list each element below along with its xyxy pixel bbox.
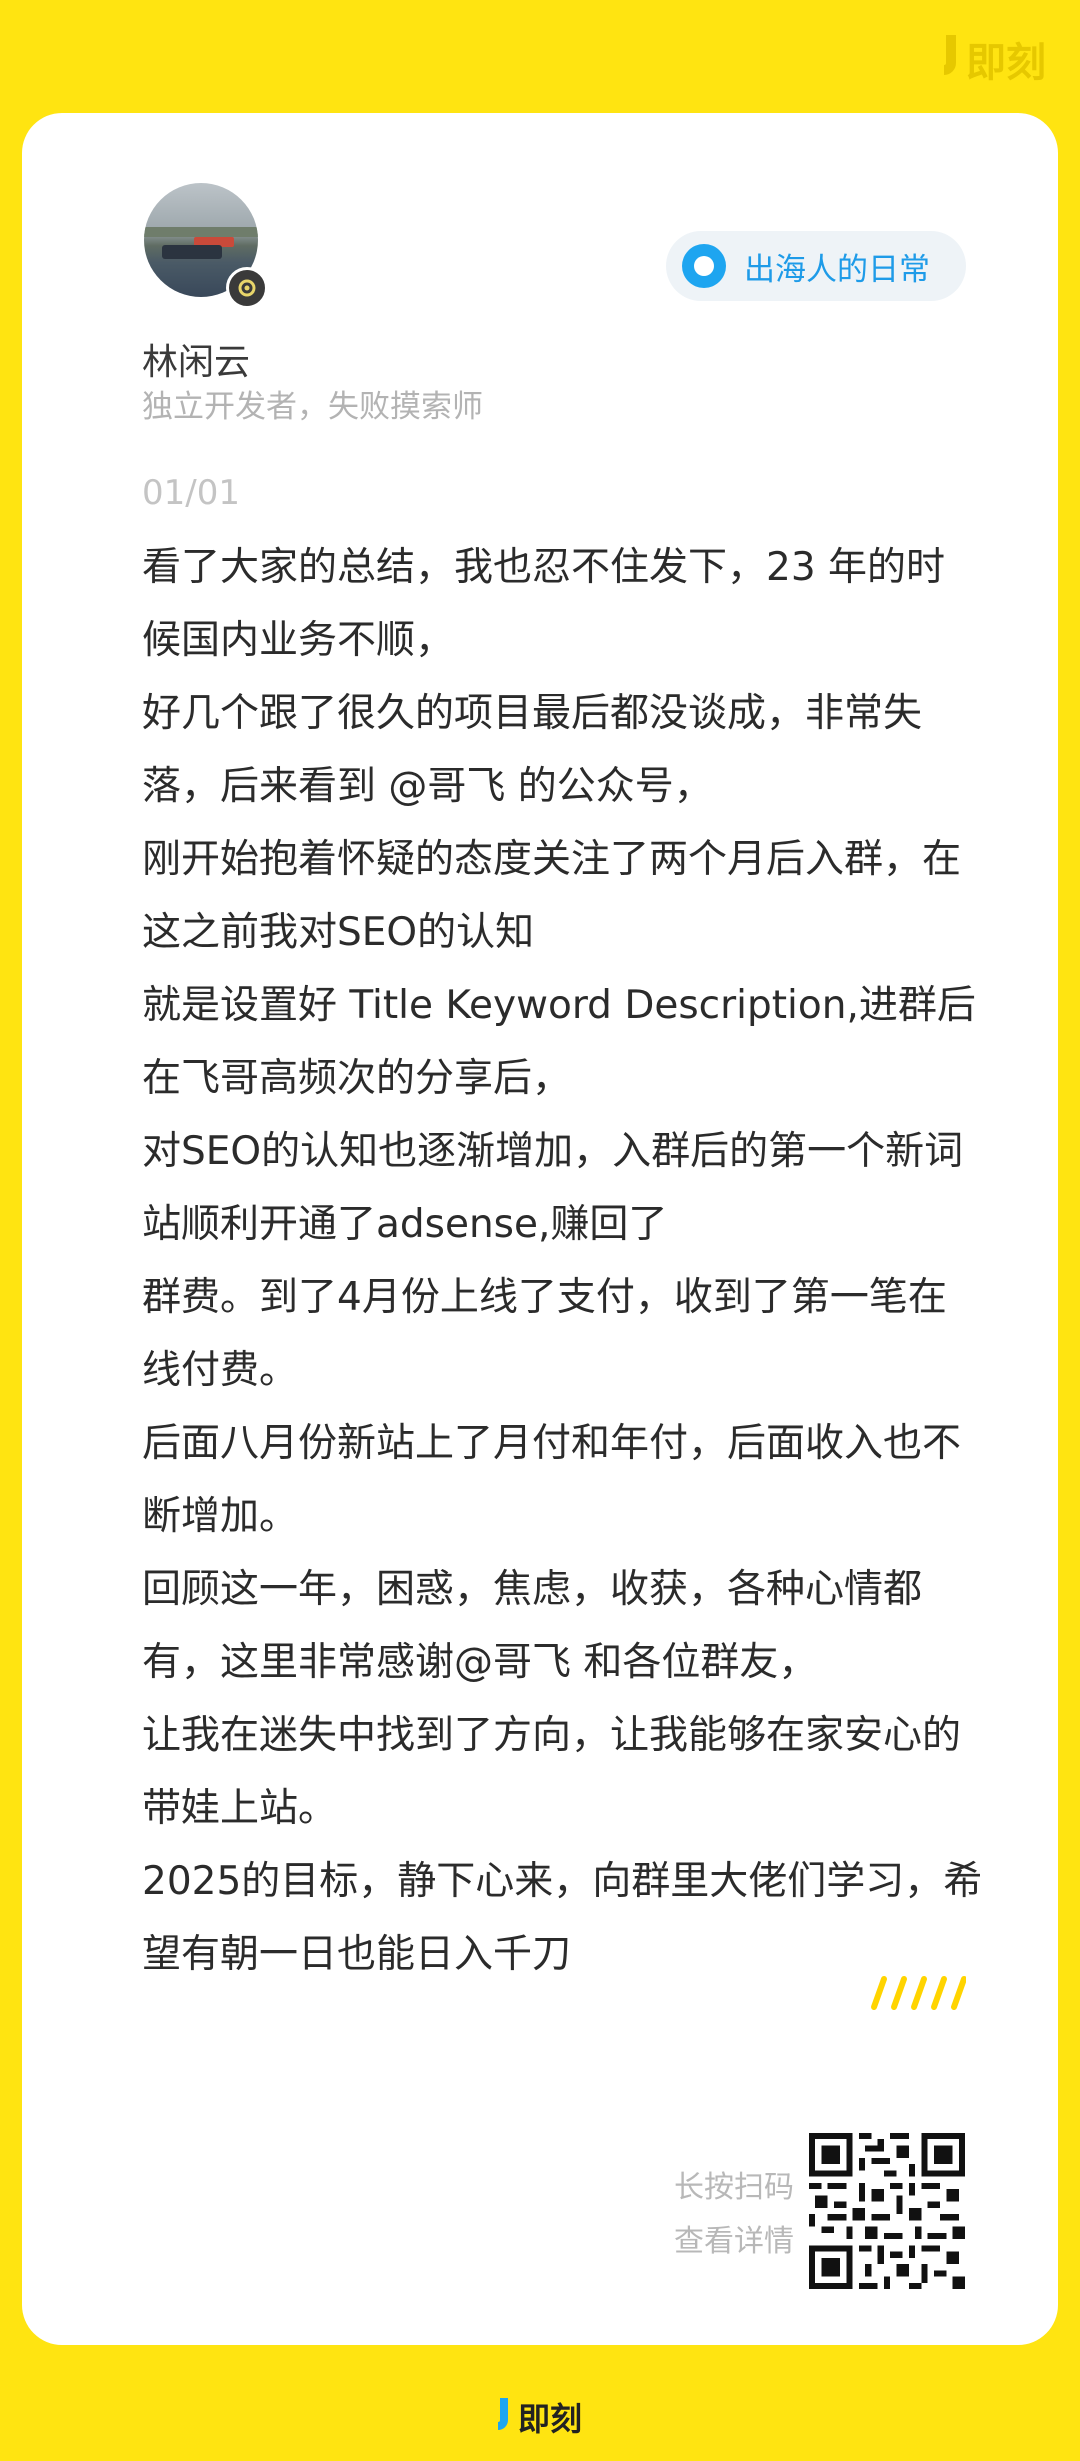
qr-hint-line2: 查看详情 (674, 2224, 794, 2259)
verified-badge-icon (226, 267, 268, 309)
post-paragraph: 让我在迷失中找到了方向，让我能够在家安心的带娃上站。 (142, 1713, 962, 1831)
jike-logo-bottom: 即刻 (496, 2394, 582, 2440)
post-paragraph: 后面八月份新站上了月付和年付，后面收入也不断增加。 (142, 1421, 962, 1539)
qr-hint: 长按扫码 查看详情 (634, 2161, 794, 2269)
author-name[interactable]: 林闲云 (142, 333, 250, 385)
post-paragraph: 对SEO的认知也逐渐增加，入群后的第一个新词站顺利开通了adsense,赚回了 (142, 1129, 964, 1247)
qr-code-icon[interactable] (809, 2133, 965, 2289)
decorative-stripes-icon (871, 1976, 966, 2010)
post-paragraph: 回顾这一年，困惑，焦虑，收获，各种心情都有，这里非常感谢@哥飞 和各位群友， (142, 1567, 923, 1685)
topic-label: 出海人的日常 (744, 251, 930, 288)
post-card: 林闲云 独立开发者，失败摸索师 出海人的日常 01/01 看了大家的总结，我也忍… (22, 113, 1058, 2345)
post-paragraph: 看了大家的总结，我也忍不住发下，23 年的时候国内业务不顺， (142, 545, 946, 663)
post-paragraph: 群费。到了4月份上线了支付，收到了第一笔在线付费。 (142, 1275, 947, 1393)
jike-j-icon (496, 2398, 514, 2436)
topic-dot-icon (682, 244, 726, 288)
jike-logo-text: 即刻 (966, 40, 1046, 86)
post-paragraph: 好几个跟了很久的项目最后都没谈成，非常失落，后来看到 @哥飞 的公众号， (142, 691, 923, 809)
topic-chip[interactable]: 出海人的日常 (666, 231, 966, 301)
post-paragraph: 2025的目标，静下心来，向群里大佬们学习，希望有朝一日也能日入千刀 (142, 1859, 983, 1977)
page-index: 01/01 (142, 473, 240, 513)
jike-j-icon (940, 35, 962, 83)
post-body: 看了大家的总结，我也忍不住发下，23 年的时候国内业务不顺， 好几个跟了很久的项… (142, 531, 984, 1991)
jike-logo-text: 即刻 (518, 2400, 583, 2438)
jike-logo-top: 即刻 (940, 30, 1046, 88)
author-bio: 独立开发者，失败摸索师 (142, 389, 483, 425)
post-paragraph: 刚开始抱着怀疑的态度关注了两个月后入群，在这之前我对SEO的认知 (142, 837, 962, 955)
qr-hint-line1: 长按扫码 (674, 2170, 794, 2205)
post-paragraph: 就是设置好 Title Keyword Description,进群后在飞哥高频… (142, 983, 976, 1101)
